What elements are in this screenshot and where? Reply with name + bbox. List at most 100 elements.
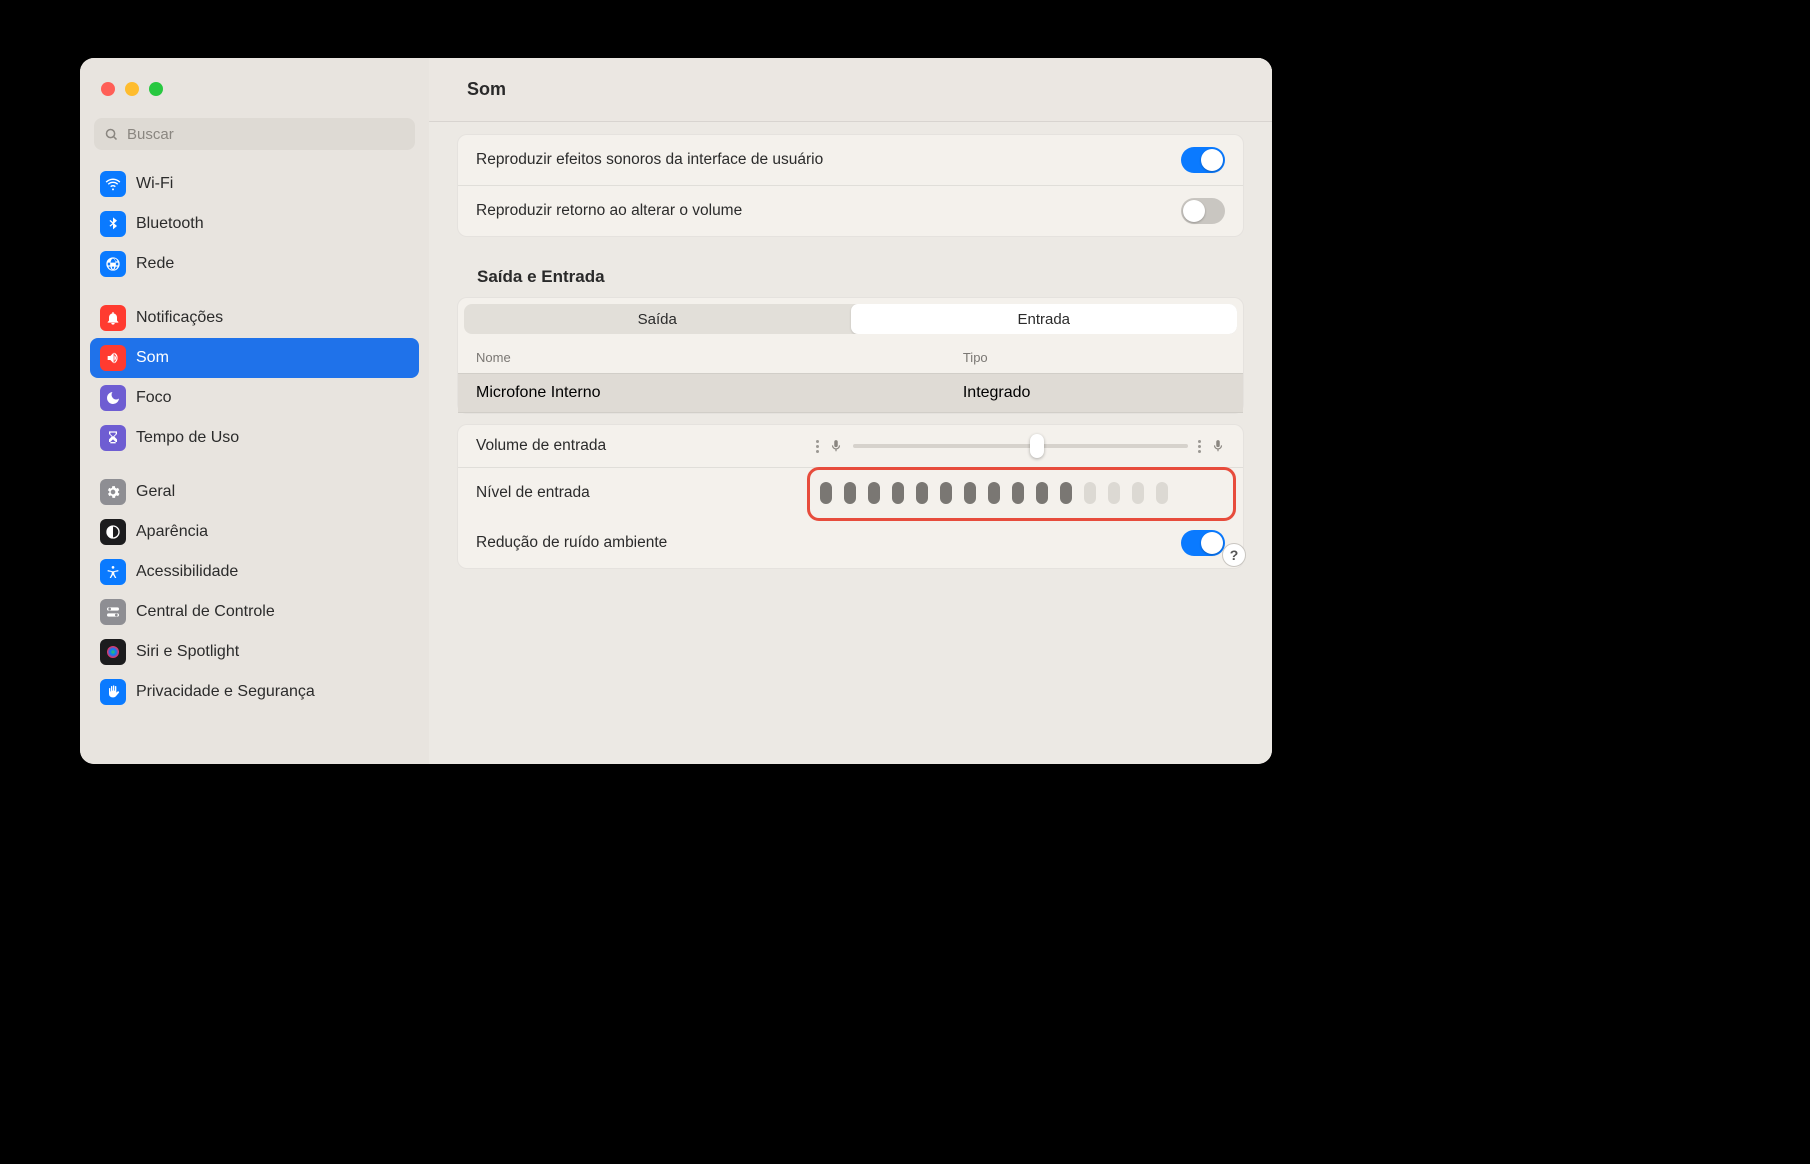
hourglass-icon xyxy=(100,425,126,451)
sound-icon xyxy=(100,345,126,371)
level-pill xyxy=(916,482,928,504)
bluetooth-icon xyxy=(100,211,126,237)
sidebar-item-bell[interactable]: Notificações xyxy=(90,298,419,338)
sidebar-item-globe[interactable]: Rede xyxy=(90,244,419,284)
close-window-button[interactable] xyxy=(101,82,115,96)
search-icon xyxy=(104,127,119,142)
level-pill xyxy=(988,482,1000,504)
accessibility-icon xyxy=(100,559,126,585)
level-pill xyxy=(1036,482,1048,504)
input-level-meter xyxy=(816,480,1225,506)
sidebar-item-wifi[interactable]: Wi-Fi xyxy=(90,164,419,204)
sidebar-item-label: Som xyxy=(136,349,169,367)
level-pill xyxy=(892,482,904,504)
sidebar-item-appearance[interactable]: Aparência xyxy=(90,512,419,552)
sidebar-item-bluetooth[interactable]: Bluetooth xyxy=(90,204,419,244)
ui-sound-effects-row: Reproduzir efeitos sonoros da interface … xyxy=(458,135,1243,185)
sidebar-item-label: Central de Controle xyxy=(136,603,275,621)
input-volume-row: Volume de entrada xyxy=(458,425,1243,467)
level-pill xyxy=(940,482,952,504)
level-pill xyxy=(1060,482,1072,504)
ui-sound-effects-toggle[interactable] xyxy=(1181,147,1225,173)
noise-reduction-label: Redução de ruído ambiente xyxy=(476,534,667,552)
window-controls xyxy=(80,74,429,104)
volume-feedback-toggle[interactable] xyxy=(1181,198,1225,224)
sidebar-item-label: Siri e Spotlight xyxy=(136,643,239,661)
sidebar-nav: Wi-Fi Bluetooth Rede Notificações Som Foco Tem… xyxy=(80,158,429,712)
sidebar-item-label: Wi-Fi xyxy=(136,175,173,193)
globe-icon xyxy=(100,251,126,277)
sidebar-item-label: Rede xyxy=(136,255,174,273)
level-pill xyxy=(868,482,880,504)
sidebar-item-hand[interactable]: Privacidade e Segurança xyxy=(90,672,419,712)
page-title: Som xyxy=(429,58,1272,122)
input-volume-slider[interactable] xyxy=(816,439,1225,453)
gear-icon xyxy=(100,479,126,505)
sidebar-item-siri[interactable]: Siri e Spotlight xyxy=(90,632,419,672)
noise-reduction-toggle[interactable] xyxy=(1181,530,1225,556)
level-pill xyxy=(964,482,976,504)
search-input[interactable] xyxy=(127,126,405,143)
slider-thumb[interactable] xyxy=(1030,434,1044,458)
level-pill xyxy=(1108,482,1120,504)
dots-icon xyxy=(816,440,819,453)
content: Reproduzir efeitos sonoros da interface … xyxy=(429,122,1272,581)
ui-sound-effects-label: Reproduzir efeitos sonoros da interface … xyxy=(476,151,823,169)
sidebar-item-label: Foco xyxy=(136,389,172,407)
slider-track[interactable] xyxy=(853,444,1188,448)
sidebar-item-label: Bluetooth xyxy=(136,215,204,233)
io-section-title: Saída e Entrada xyxy=(477,267,1240,287)
bell-icon xyxy=(100,305,126,331)
sidebar-item-label: Tempo de Uso xyxy=(136,429,239,447)
appearance-icon xyxy=(100,519,126,545)
microphone-max-icon xyxy=(1211,439,1225,453)
hand-icon xyxy=(100,679,126,705)
level-pill xyxy=(1012,482,1024,504)
sidebar: Wi-Fi Bluetooth Rede Notificações Som Foco Tem… xyxy=(80,58,429,764)
level-pill xyxy=(1156,482,1168,504)
moon-icon xyxy=(100,385,126,411)
tab-output[interactable]: Saída xyxy=(464,304,851,334)
switches-icon xyxy=(100,599,126,625)
zoom-window-button[interactable] xyxy=(149,82,163,96)
sound-effects-card: Reproduzir efeitos sonoros da interface … xyxy=(457,134,1244,237)
device-type: Integrado xyxy=(963,384,1225,402)
wifi-icon xyxy=(100,171,126,197)
sidebar-item-label: Privacidade e Segurança xyxy=(136,683,315,701)
sidebar-item-label: Acessibilidade xyxy=(136,563,238,581)
main-panel: Som Reproduzir efeitos sonoros da interf… xyxy=(429,58,1272,764)
tab-input[interactable]: Entrada xyxy=(851,304,1238,334)
sidebar-item-moon[interactable]: Foco xyxy=(90,378,419,418)
input-controls-card: Volume de entrada Nível de entrada xyxy=(457,424,1244,569)
sidebar-item-hourglass[interactable]: Tempo de Uso xyxy=(90,418,419,458)
sidebar-item-sound[interactable]: Som xyxy=(90,338,419,378)
col-type: Tipo xyxy=(963,350,1225,365)
sidebar-item-gear[interactable]: Geral xyxy=(90,472,419,512)
level-pill xyxy=(820,482,832,504)
input-level-label: Nível de entrada xyxy=(476,484,816,502)
level-pill xyxy=(1084,482,1096,504)
noise-reduction-row: Redução de ruído ambiente xyxy=(458,518,1243,568)
input-volume-label: Volume de entrada xyxy=(476,437,816,455)
level-pill xyxy=(1132,482,1144,504)
sidebar-item-label: Aparência xyxy=(136,523,208,541)
search-field[interactable] xyxy=(94,118,415,150)
device-table-header: Nome Tipo xyxy=(458,340,1243,373)
dots-icon xyxy=(1198,440,1201,453)
volume-feedback-row: Reproduzir retorno ao alterar o volume xyxy=(458,185,1243,236)
sidebar-item-switches[interactable]: Central de Controle xyxy=(90,592,419,632)
sidebar-item-accessibility[interactable]: Acessibilidade xyxy=(90,552,419,592)
settings-window: Wi-Fi Bluetooth Rede Notificações Som Foco Tem… xyxy=(80,58,1272,764)
microphone-min-icon xyxy=(829,439,843,453)
col-name: Nome xyxy=(476,350,963,365)
io-tabs: Saída Entrada xyxy=(464,304,1237,334)
sidebar-item-label: Notificações xyxy=(136,309,223,327)
siri-icon xyxy=(100,639,126,665)
volume-feedback-label: Reproduzir retorno ao alterar o volume xyxy=(476,202,742,220)
device-row[interactable]: Microfone Interno Integrado xyxy=(458,373,1243,413)
minimize-window-button[interactable] xyxy=(125,82,139,96)
help-button[interactable]: ? xyxy=(1222,543,1246,567)
io-card: Saída Entrada Nome Tipo Microfone Intern… xyxy=(457,297,1244,414)
input-level-row: Nível de entrada xyxy=(458,467,1243,518)
level-pill xyxy=(844,482,856,504)
